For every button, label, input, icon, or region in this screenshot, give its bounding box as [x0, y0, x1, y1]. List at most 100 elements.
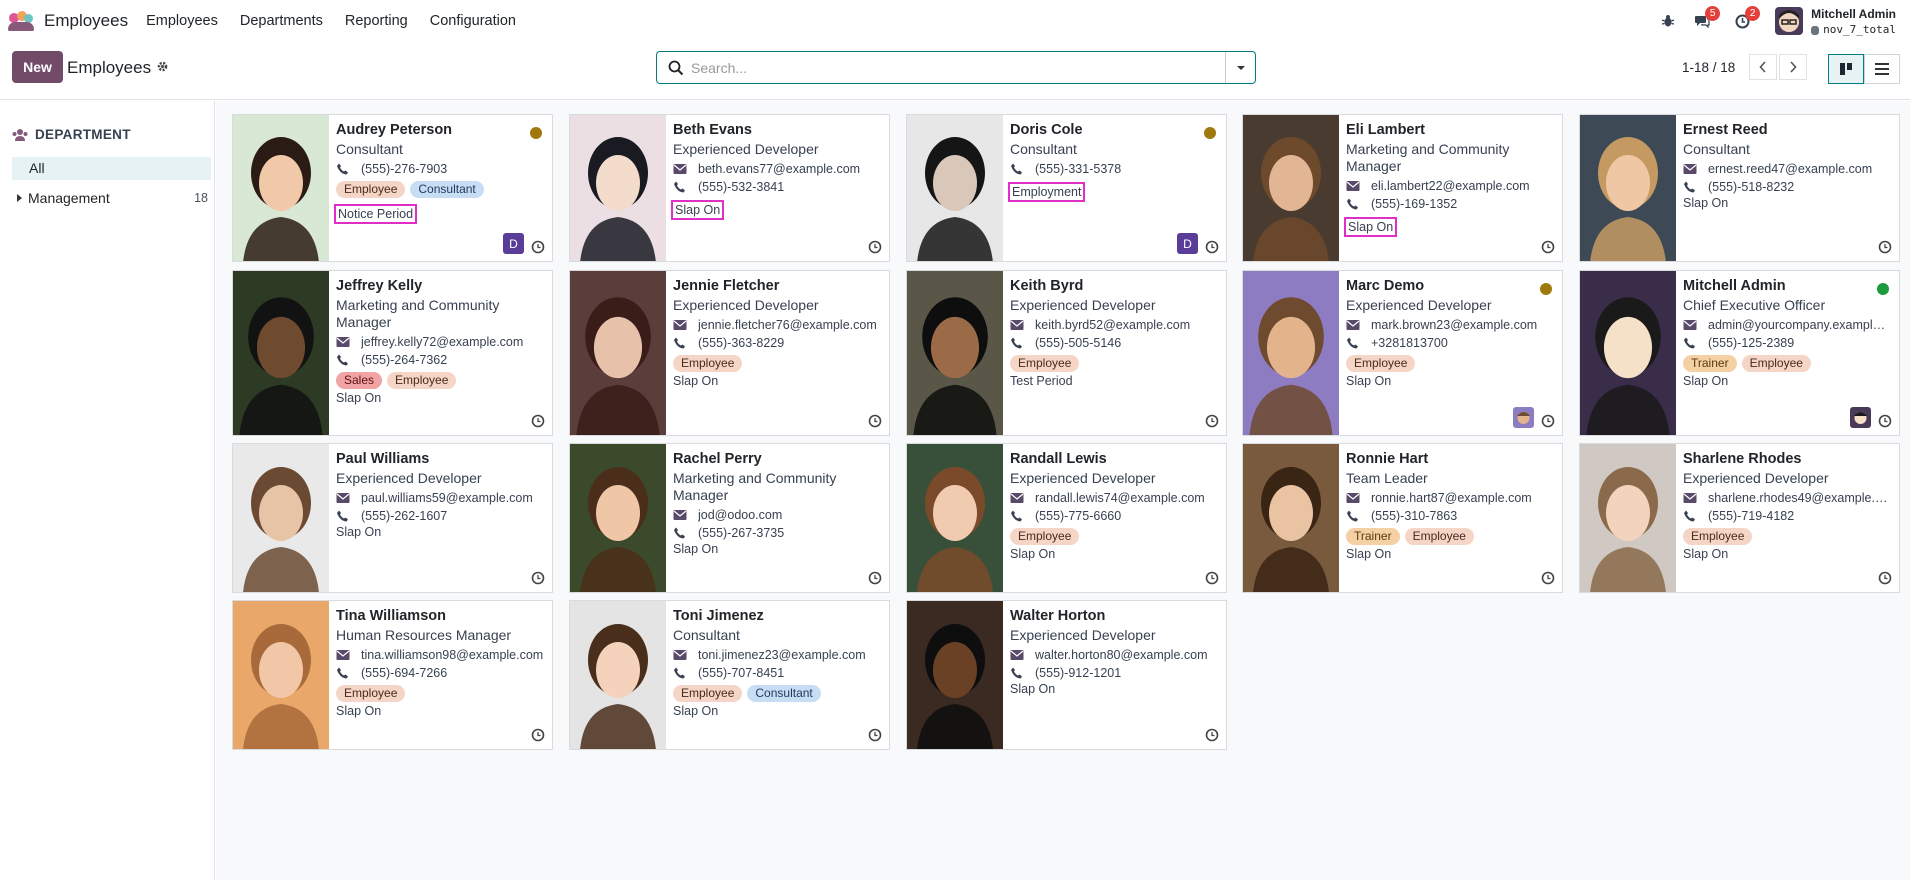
employee-phone-text[interactable]: (555)-532-3841 — [698, 180, 784, 194]
employee-card-marc-demo[interactable]: Marc Demo Experienced Developer mark.brown… — [1242, 270, 1563, 436]
employee-email[interactable]: eli.lambert22@example.com — [1346, 179, 1554, 193]
tag-sales[interactable]: Sales — [336, 372, 383, 389]
employee-phone-text[interactable]: (555)-775-6660 — [1035, 509, 1121, 523]
employee-name[interactable]: Eli Lambert — [1346, 121, 1554, 139]
employee-email[interactable]: walter.horton80@example.com — [1010, 648, 1218, 662]
employee-name[interactable]: Toni Jimenez — [673, 607, 881, 625]
employee-phone-text[interactable]: (555)-518-8232 — [1708, 180, 1794, 194]
tag-employee[interactable]: Employee — [1683, 528, 1753, 545]
tag-employee[interactable]: Employee — [336, 685, 406, 702]
tag-consultant[interactable]: Consultant — [747, 685, 821, 702]
activity-clock-icon[interactable] — [1541, 414, 1555, 428]
menu-employees[interactable]: Employees — [146, 13, 218, 29]
employee-phone[interactable]: (555)-264-7362 — [336, 353, 544, 367]
employee-phone[interactable]: (555)-276-7903 — [336, 162, 544, 176]
activity-clock-icon[interactable]: 2 — [1731, 6, 1761, 32]
employee-phone[interactable]: (555)-262-1607 — [336, 509, 544, 523]
employee-email[interactable]: sharlene.rhodes49@example.com — [1683, 491, 1891, 505]
activity-clock-icon[interactable] — [1205, 571, 1219, 585]
search-options-toggle[interactable] — [1225, 52, 1255, 83]
search-input[interactable] — [691, 59, 1211, 76]
activity-clock-icon[interactable] — [1878, 414, 1892, 428]
employee-email[interactable]: admin@yourcompany.example.com — [1683, 318, 1891, 332]
employee-email[interactable]: keith.byrd52@example.com — [1010, 318, 1218, 332]
employee-card-jennie-fletcher[interactable]: Jennie Fletcher Experienced Developer jenn… — [569, 270, 890, 436]
responsible-user-avatar[interactable]: D — [503, 233, 524, 254]
employee-email-text[interactable]: ronnie.hart87@example.com — [1371, 491, 1532, 505]
employee-card-rachel-perry[interactable]: Rachel Perry Marketing and Community Mana… — [569, 443, 890, 593]
responsible-user-avatar[interactable] — [1850, 407, 1871, 428]
activity-clock-icon[interactable] — [531, 414, 545, 428]
employee-card-paul-williams[interactable]: Paul Williams Experienced Developer paul.w… — [232, 443, 553, 593]
activity-clock-icon[interactable] — [868, 240, 882, 254]
employee-email-text[interactable]: jod@odoo.com — [698, 508, 782, 522]
employee-email-text[interactable]: mark.brown23@example.com — [1371, 318, 1537, 332]
activity-clock-icon[interactable] — [1205, 414, 1219, 428]
activity-clock-icon[interactable] — [531, 728, 545, 742]
employee-card-jeffrey-kelly[interactable]: Jeffrey Kelly Marketing and Community Man… — [232, 270, 553, 436]
tag-employee[interactable]: Employee — [1010, 528, 1080, 545]
kanban-view-button[interactable] — [1828, 54, 1864, 84]
employee-phone-text[interactable]: (555)-719-4182 — [1708, 509, 1794, 523]
employee-phone[interactable]: (555)-267-3735 — [673, 526, 881, 540]
employee-email[interactable]: tina.williamson98@example.com — [336, 648, 544, 662]
employee-email-text[interactable]: jeffrey.kelly72@example.com — [361, 335, 523, 349]
employee-name[interactable]: Ronnie Hart — [1346, 450, 1554, 468]
employee-email-text[interactable]: sharlene.rhodes49@example.com — [1708, 491, 1891, 505]
employee-email[interactable]: randall.lewis74@example.com — [1010, 491, 1218, 505]
employee-phone-text[interactable]: (555)-363-8229 — [698, 336, 784, 350]
employee-phone-text[interactable]: (555)-331-5378 — [1035, 162, 1121, 176]
employee-card-ernest-reed[interactable]: Ernest Reed Consultant ernest.reed47@examp… — [1579, 114, 1900, 262]
menu-departments[interactable]: Departments — [240, 13, 323, 29]
activity-clock-icon[interactable] — [1541, 571, 1555, 585]
employee-phone-text[interactable]: (555)-264-7362 — [361, 353, 447, 367]
list-view-button[interactable] — [1864, 54, 1900, 84]
employee-phone-text[interactable]: (555)-707-8451 — [698, 666, 784, 680]
employee-phone[interactable]: (555)-505-5146 — [1010, 336, 1218, 350]
employee-phone[interactable]: (555)-532-3841 — [673, 180, 881, 194]
employee-card-doris-cole[interactable]: Doris Cole Consultant (555)-331-5378 Employ… — [906, 114, 1227, 262]
tag-employee[interactable]: Employee — [336, 181, 406, 198]
activity-clock-icon[interactable] — [868, 414, 882, 428]
employee-name[interactable]: Beth Evans — [673, 121, 881, 139]
employee-name[interactable]: Audrey Peterson — [336, 121, 544, 139]
user-menu[interactable]: Mitchell Admin nov_7_total — [1811, 5, 1896, 37]
employee-phone[interactable]: (555)-694-7266 — [336, 666, 544, 680]
pager-next-button[interactable] — [1779, 54, 1807, 80]
employee-phone-text[interactable]: (555)-276-7903 — [361, 162, 447, 176]
employee-email[interactable]: jennie.fletcher76@example.com — [673, 318, 881, 332]
employee-name[interactable]: Paul Williams — [336, 450, 544, 468]
tag-employee[interactable]: Employee — [1010, 355, 1080, 372]
tag-employee[interactable]: Employee — [673, 685, 743, 702]
activity-clock-icon[interactable] — [1541, 240, 1555, 254]
gear-icon[interactable] — [156, 60, 169, 76]
employee-phone[interactable]: (555)-518-8232 — [1683, 180, 1891, 194]
employee-phone-text[interactable]: (555)-912-1201 — [1035, 666, 1121, 680]
employee-email-text[interactable]: toni.jimenez23@example.com — [698, 648, 866, 662]
employee-email-text[interactable]: eli.lambert22@example.com — [1371, 179, 1530, 193]
employee-name[interactable]: Walter Horton — [1010, 607, 1218, 625]
menu-configuration[interactable]: Configuration — [430, 13, 516, 29]
employee-phone[interactable]: (555)-363-8229 — [673, 336, 881, 350]
employee-card-randall-lewis[interactable]: Randall Lewis Experienced Developer randal… — [906, 443, 1227, 593]
employee-name[interactable]: Sharlene Rhodes — [1683, 450, 1891, 468]
employee-email-text[interactable]: ernest.reed47@example.com — [1708, 162, 1872, 176]
employee-phone[interactable]: (555)-169-1352 — [1346, 197, 1554, 211]
employee-email-text[interactable]: admin@yourcompany.example.com — [1708, 318, 1891, 332]
employee-email-text[interactable]: beth.evans77@example.com — [698, 162, 860, 176]
employee-name[interactable]: Rachel Perry — [673, 450, 881, 468]
employee-email[interactable]: paul.williams59@example.com — [336, 491, 544, 505]
employee-name[interactable]: Marc Demo — [1346, 277, 1554, 295]
sidebar-item-all[interactable]: All — [12, 157, 211, 180]
tag-employee[interactable]: Employee — [673, 355, 743, 372]
employee-phone[interactable]: (555)-912-1201 — [1010, 666, 1218, 680]
activity-clock-icon[interactable] — [1878, 571, 1892, 585]
sidebar-item-management[interactable]: Management 18 — [12, 188, 208, 208]
employee-card-walter-horton[interactable]: Walter Horton Experienced Developer walter… — [906, 600, 1227, 750]
user-avatar[interactable] — [1775, 7, 1804, 35]
employee-card-sharlene-rhodes[interactable]: Sharlene Rhodes Experienced Developer shar… — [1579, 443, 1900, 593]
activity-clock-icon[interactable] — [531, 240, 545, 254]
employee-email-text[interactable]: randall.lewis74@example.com — [1035, 491, 1205, 505]
employee-phone[interactable]: (555)-125-2389 — [1683, 336, 1891, 350]
employee-phone[interactable]: (555)-310-7863 — [1346, 509, 1554, 523]
